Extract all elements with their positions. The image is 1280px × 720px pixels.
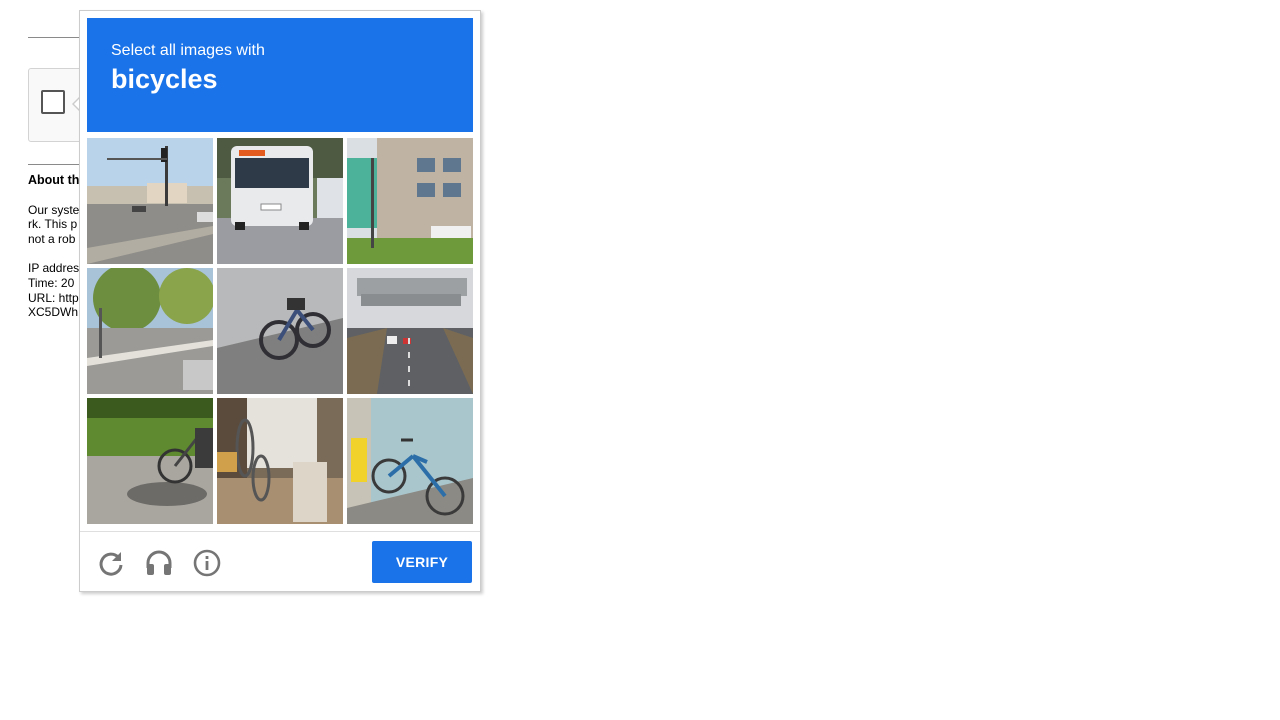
street-trees-image (87, 268, 213, 394)
info-icon (193, 549, 221, 577)
about-line-2: rk. This p (28, 217, 78, 231)
help-button[interactable] (190, 546, 224, 580)
time-line: Time: 20 (28, 276, 75, 290)
image-tile-5[interactable] (217, 268, 343, 394)
image-tile-1[interactable] (87, 138, 213, 264)
reload-icon (99, 552, 123, 576)
image-tile-6[interactable] (347, 268, 473, 394)
verify-button[interactable]: VERIFY (372, 541, 472, 583)
audio-challenge-button[interactable] (142, 546, 176, 580)
challenge-target: bicycles (111, 64, 218, 94)
bicycle-blue-image (347, 398, 473, 524)
bicycle-shop-image (217, 398, 343, 524)
about-line-1: Our syste (28, 203, 80, 217)
ip-address-line: IP addres (28, 261, 80, 275)
bicycle-grass-image (87, 398, 213, 524)
building-street-image (347, 138, 473, 264)
audio-icon (146, 550, 172, 575)
footer-divider (80, 531, 480, 532)
image-tile-9[interactable] (347, 398, 473, 524)
about-line-3: not a rob (28, 232, 76, 246)
challenge-instruction: Select all images with (111, 42, 265, 59)
recaptcha-checkbox[interactable] (41, 90, 65, 114)
url-line: URL: http (28, 291, 79, 305)
about-heading: About th (28, 173, 80, 187)
image-grid (87, 138, 475, 526)
challenge-header: Select all images with bicycles (87, 18, 473, 132)
bicycle-wall-image (217, 268, 343, 394)
bus-image (217, 138, 343, 264)
image-tile-2[interactable] (217, 138, 343, 264)
image-tile-8[interactable] (217, 398, 343, 524)
image-tile-7[interactable] (87, 398, 213, 524)
image-tile-3[interactable] (347, 138, 473, 264)
image-tile-4[interactable] (87, 268, 213, 394)
intersection-image (87, 138, 213, 264)
token-line: XC5DWh (28, 305, 79, 319)
highway-image (347, 268, 473, 394)
reload-button[interactable] (94, 546, 128, 580)
captcha-challenge-popup: Select all images with bicycles VERIFY (79, 10, 481, 592)
